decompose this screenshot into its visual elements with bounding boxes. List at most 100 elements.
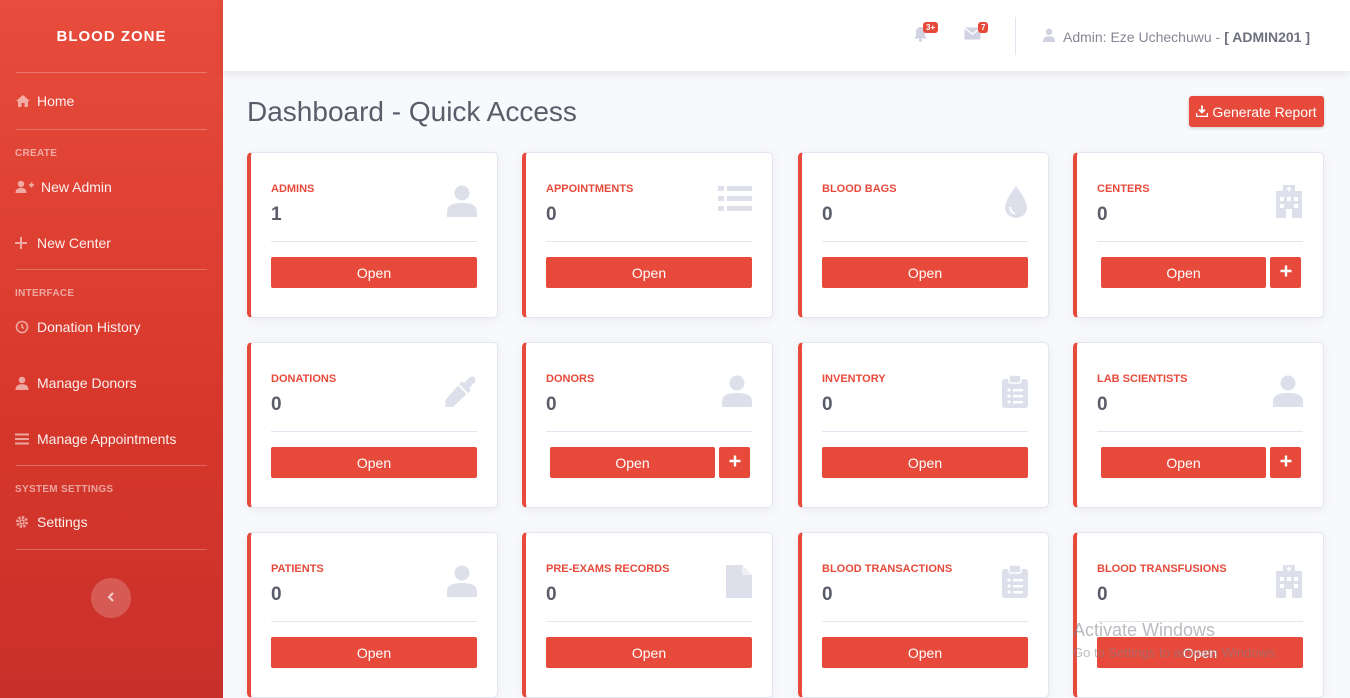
open-button[interactable]: Open <box>1097 637 1303 668</box>
card-value: 0 <box>1097 394 1108 415</box>
plus-icon <box>1280 454 1292 472</box>
sidebar-divider <box>16 129 207 130</box>
open-button[interactable]: Open <box>822 447 1028 478</box>
card-inventory: INVENTORY 0 Open <box>798 342 1049 508</box>
open-button[interactable]: Open <box>546 637 752 668</box>
user-id: [ ADMIN201 ] <box>1224 28 1311 45</box>
open-button[interactable]: Open <box>1101 447 1266 478</box>
messages-button[interactable]: 7 <box>964 22 989 45</box>
sidebar-item-label: Donation History <box>37 319 141 335</box>
card-title: DONORS <box>546 373 595 385</box>
sidebar-item-label: Manage Donors <box>37 375 137 391</box>
gear-icon <box>15 515 35 529</box>
card-divider <box>822 241 1028 242</box>
file-icon <box>726 565 752 603</box>
generate-report-button[interactable]: Generate Report <box>1189 96 1324 127</box>
sidebar-item-new-admin[interactable]: New Admin <box>0 159 223 215</box>
plus-icon <box>1280 264 1292 282</box>
history-icon <box>15 320 35 334</box>
alerts-badge: 3+ <box>923 22 939 33</box>
card-appointments: APPOINTMENTS 0 Open <box>522 152 773 318</box>
card-title: LAB SCIENTISTS <box>1097 373 1188 385</box>
card-title: BLOOD TRANSACTIONS <box>822 563 953 575</box>
card-divider <box>271 431 477 432</box>
sidebar-divider <box>16 549 207 550</box>
open-button[interactable]: Open <box>550 447 715 478</box>
plus-icon <box>729 454 741 472</box>
download-icon <box>1196 104 1209 120</box>
card-value: 0 <box>546 204 557 225</box>
sidebar-item-label: Settings <box>37 514 88 530</box>
card-value: 0 <box>822 394 833 415</box>
hospital-icon <box>1275 185 1303 223</box>
open-button[interactable]: Open <box>1101 257 1266 288</box>
sidebar-heading-interface: INTERFACE <box>15 288 75 299</box>
card-divider <box>1097 241 1303 242</box>
card-title: CENTERS <box>1097 183 1150 195</box>
card-divider <box>546 431 752 432</box>
card-divider <box>271 241 477 242</box>
sidebar-item-donation-history[interactable]: Donation History <box>0 299 223 355</box>
alerts-button[interactable]: 3+ <box>913 22 939 47</box>
card-blood-transactions: BLOOD TRANSACTIONS 0 Open <box>798 532 1049 698</box>
brand-logo[interactable]: BLOOD ZONE <box>0 0 223 72</box>
plus-icon <box>15 237 35 249</box>
sidebar-toggle-button[interactable] <box>91 578 131 618</box>
card-pre-exams-records: PRE-EXAMS RECORDS 0 Open <box>522 532 773 698</box>
sidebar-item-new-center[interactable]: New Center <box>0 215 223 271</box>
user-menu[interactable]: Admin: Eze Uchechuwu - [ ADMIN201 ] <box>1043 28 1310 45</box>
sidebar-divider <box>16 465 207 466</box>
user-plus-icon <box>15 180 35 194</box>
open-button[interactable]: Open <box>822 257 1028 288</box>
bars-icon <box>15 433 35 445</box>
sidebar-item-label: New Admin <box>41 179 112 195</box>
user-icon <box>1043 28 1055 45</box>
card-divider <box>546 621 752 622</box>
sidebar-divider <box>16 269 207 270</box>
sidebar: BLOOD ZONE Home CREATE New Admin New Cen… <box>0 0 223 698</box>
user-icon <box>15 376 35 390</box>
card-value: 0 <box>1097 584 1108 605</box>
sidebar-item-label: Manage Appointments <box>37 431 177 447</box>
page-title: Dashboard - Quick Access <box>247 96 577 127</box>
topbar: 3+ 7 Admin: Eze Uchechuwu - [ ADMIN201 ] <box>223 0 1350 71</box>
add-lab-scientist-button[interactable] <box>1270 447 1301 478</box>
sidebar-heading-create: CREATE <box>15 148 58 159</box>
open-button[interactable]: Open <box>271 257 477 288</box>
card-value: 1 <box>271 204 282 225</box>
open-button[interactable]: Open <box>546 257 752 288</box>
card-value: 0 <box>822 584 833 605</box>
sidebar-item-home[interactable]: Home <box>0 73 223 129</box>
open-button[interactable]: Open <box>271 447 477 478</box>
sidebar-item-manage-donors[interactable]: Manage Donors <box>0 355 223 411</box>
card-title: APPOINTMENTS <box>546 183 634 195</box>
user-icon <box>447 565 477 602</box>
topbar-divider <box>1015 17 1016 55</box>
card-value: 0 <box>822 204 833 225</box>
messages-badge: 7 <box>978 22 989 33</box>
open-button[interactable]: Open <box>822 637 1028 668</box>
eyedropper-icon <box>444 375 477 413</box>
card-title: ADMINS <box>271 183 315 195</box>
card-donations: DONATIONS 0 Open <box>247 342 498 508</box>
card-centers: CENTERS 0 Open <box>1073 152 1324 318</box>
add-donor-button[interactable] <box>719 447 750 478</box>
user-icon <box>1273 375 1303 412</box>
chevron-left-icon <box>107 589 115 607</box>
card-title: BLOOD TRANSFUSIONS <box>1097 563 1227 575</box>
card-admins: ADMINS 1 Open <box>247 152 498 318</box>
sidebar-heading-system: SYSTEM SETTINGS <box>15 484 114 495</box>
card-patients: PATIENTS 0 Open <box>247 532 498 698</box>
card-title: PATIENTS <box>271 563 324 575</box>
sidebar-item-settings[interactable]: Settings <box>0 495 223 549</box>
user-icon <box>447 185 477 222</box>
card-blood-transfusions: BLOOD TRANSFUSIONS 0 Open <box>1073 532 1324 698</box>
open-button[interactable]: Open <box>271 637 477 668</box>
clipboard-icon <box>1002 564 1028 603</box>
home-icon <box>15 94 35 108</box>
card-divider <box>271 621 477 622</box>
card-divider <box>546 241 752 242</box>
card-title: INVENTORY <box>822 373 886 385</box>
add-center-button[interactable] <box>1270 257 1301 288</box>
sidebar-item-manage-appointments[interactable]: Manage Appointments <box>0 411 223 467</box>
